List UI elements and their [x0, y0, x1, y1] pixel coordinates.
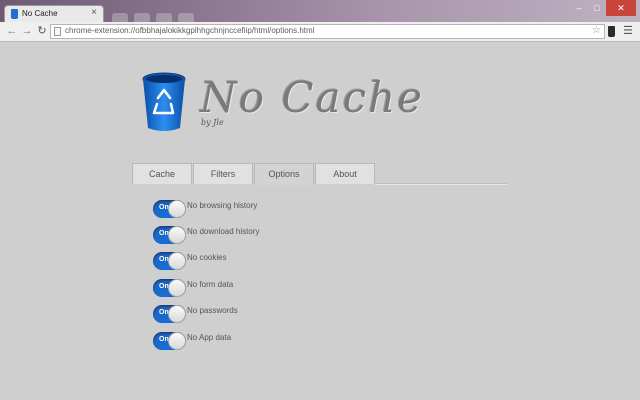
tab-cache[interactable]: Cache	[132, 163, 192, 184]
no-cache-favicon-icon	[11, 9, 18, 19]
background-window-tabs	[112, 10, 272, 23]
option-label: No passwords	[187, 306, 238, 315]
bookmark-star-icon[interactable]: ☆	[592, 25, 601, 36]
toggle-knob	[168, 200, 186, 218]
toggle-knob	[168, 305, 186, 323]
no-cache-extension-icon[interactable]	[608, 26, 615, 37]
tab-options[interactable]: Options	[254, 163, 314, 185]
window-titlebar: No Cache × – □ ✕	[0, 0, 640, 23]
recycle-bin-logo-icon	[142, 72, 186, 131]
url-text: chrome-extension://ofbbhajalokikkgplhhgc…	[65, 26, 315, 35]
forward-arrow-icon[interactable]: →	[20, 24, 34, 38]
toggle-knob	[168, 252, 186, 270]
tab-about[interactable]: About	[315, 163, 375, 184]
toggle-knob	[168, 332, 186, 350]
maximize-button[interactable]: □	[588, 0, 606, 16]
chrome-menu-icon[interactable]: ☰	[622, 25, 634, 37]
tab-title: No Cache	[22, 9, 58, 18]
tab-filters[interactable]: Filters	[193, 163, 253, 184]
toggle-knob	[168, 279, 186, 297]
browser-toolbar: ← → ↻ chrome-extension://ofbbhajalokikkg…	[0, 22, 640, 42]
option-label: No cookies	[187, 253, 227, 262]
back-arrow-icon[interactable]: ←	[5, 24, 19, 38]
option-label: No form data	[187, 280, 234, 289]
tab-divider	[375, 183, 507, 185]
cookies-toggle[interactable]: On	[153, 252, 186, 270]
minimize-button[interactable]: –	[570, 0, 588, 16]
passwords-toggle[interactable]: On	[153, 305, 186, 323]
reload-icon[interactable]: ↻	[35, 24, 49, 38]
option-label: No browsing history	[187, 201, 258, 210]
browsing-history-toggle[interactable]: On	[153, 200, 186, 218]
browser-tab[interactable]: No Cache ×	[4, 5, 104, 22]
window-controls: – □ ✕	[570, 0, 636, 16]
option-label: No download history	[187, 227, 260, 236]
close-window-button[interactable]: ✕	[606, 0, 636, 16]
app-title: No Cache	[200, 73, 424, 122]
form-data-toggle[interactable]: On	[153, 279, 186, 297]
page-icon	[54, 27, 61, 36]
tab-close-icon[interactable]: ×	[91, 7, 97, 18]
toggle-knob	[168, 226, 186, 244]
app-byline: by Jle	[201, 118, 224, 127]
app-data-toggle[interactable]: On	[153, 332, 186, 350]
address-bar[interactable]: chrome-extension://ofbbhajalokikkgplhhgc…	[50, 24, 605, 39]
option-label: No App data	[187, 333, 232, 342]
download-history-toggle[interactable]: On	[153, 226, 186, 244]
